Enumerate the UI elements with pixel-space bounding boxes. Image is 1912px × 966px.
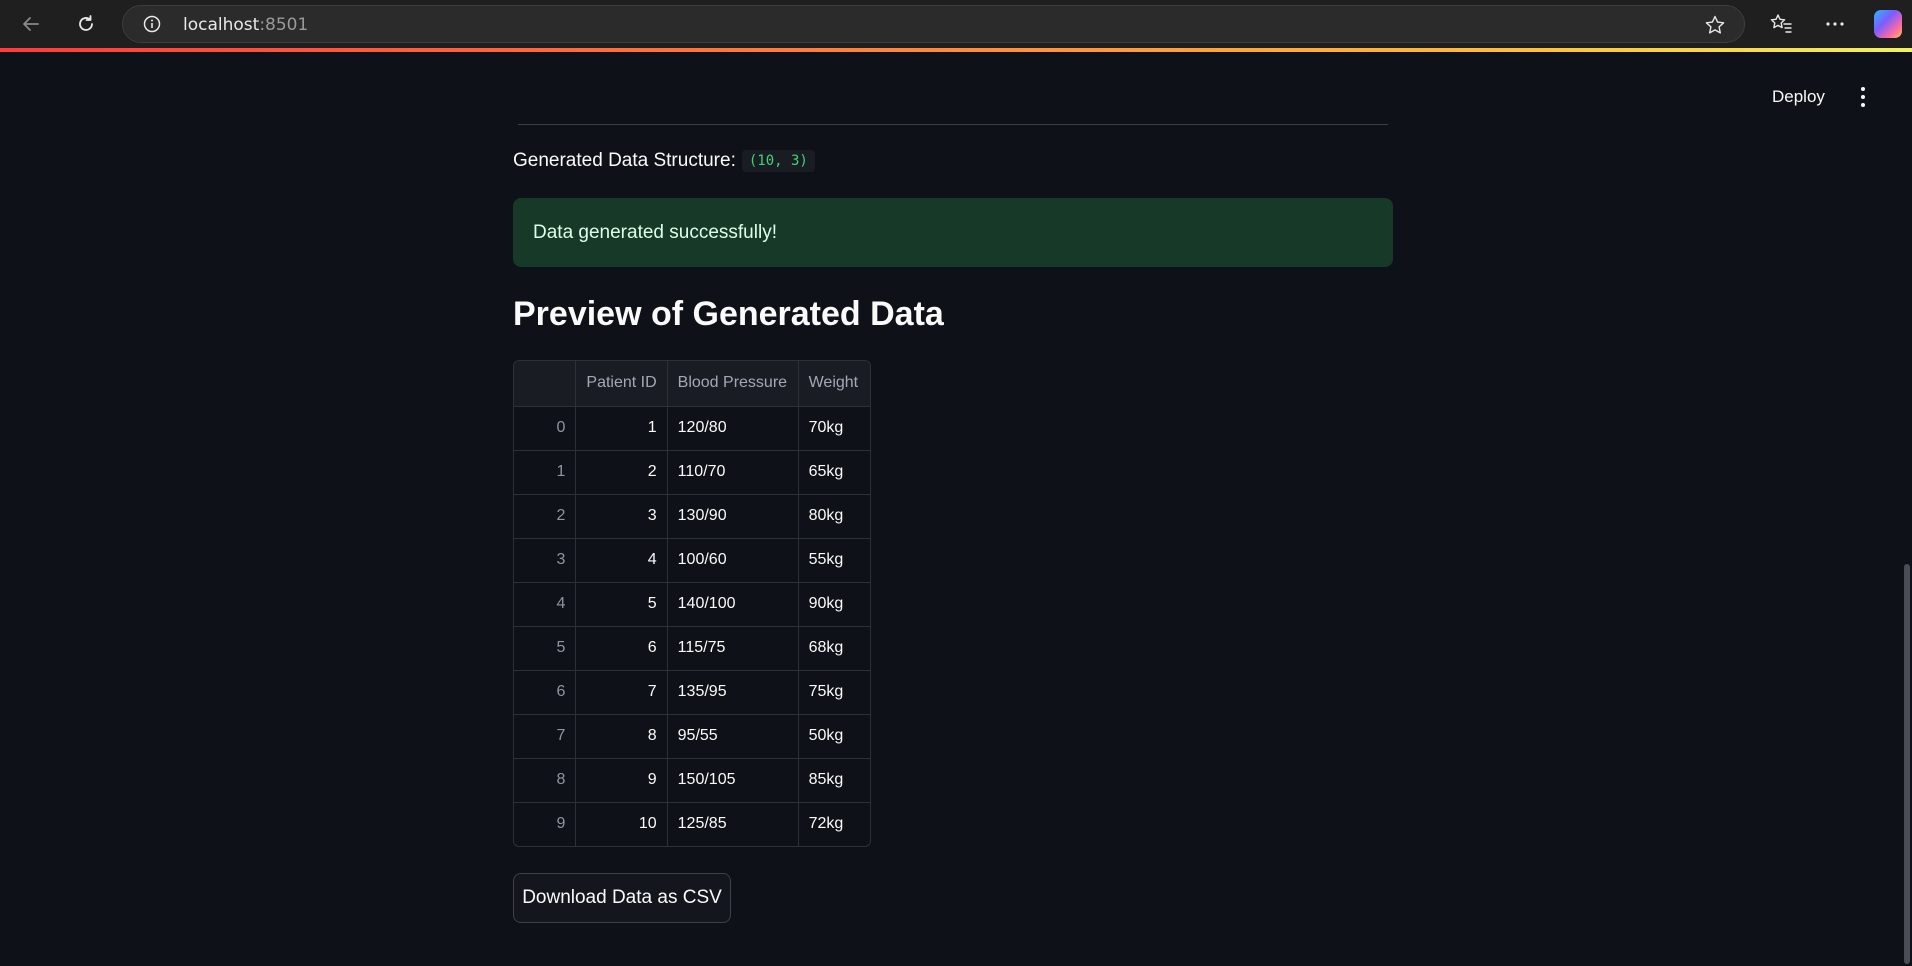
cell-weight[interactable]: 70kg — [798, 406, 870, 451]
download-csv-button[interactable]: Download Data as CSV — [513, 873, 731, 923]
cell-weight[interactable]: 85kg — [798, 758, 870, 803]
streamlit-app: Deploy Generated Data Structure: (10, 3)… — [0, 52, 1912, 966]
row-index: 1 — [514, 450, 577, 495]
page-title: Preview of Generated Data — [513, 295, 944, 333]
cell-blood-pressure[interactable]: 115/75 — [667, 626, 799, 671]
row-index: 5 — [514, 626, 577, 671]
table-row: 9 10 125/85 72kg — [514, 802, 870, 846]
table-row: 8 9 150/105 85kg — [514, 758, 870, 803]
table-row: 7 8 95/55 50kg — [514, 714, 870, 759]
cell-patient-id[interactable]: 8 — [575, 714, 668, 759]
cell-weight[interactable]: 55kg — [798, 538, 870, 583]
data-table[interactable]: Patient ID Blood Pressure Weight 0 1 120… — [513, 360, 871, 847]
copilot-icon[interactable] — [1874, 10, 1902, 38]
table-row: 2 3 130/90 80kg — [514, 494, 870, 539]
column-header-patient-id[interactable]: Patient ID — [575, 361, 668, 407]
scrollbar-thumb[interactable] — [1904, 564, 1910, 964]
cell-blood-pressure[interactable]: 120/80 — [667, 406, 799, 451]
cell-blood-pressure[interactable]: 150/105 — [667, 758, 799, 803]
row-index: 2 — [514, 494, 577, 539]
cell-weight[interactable]: 90kg — [798, 582, 870, 627]
row-index: 0 — [514, 406, 577, 451]
table-row: 0 1 120/80 70kg — [514, 406, 870, 451]
structure-label: Generated Data Structure: — [513, 150, 736, 171]
data-structure-line: Generated Data Structure: (10, 3) — [513, 150, 815, 172]
cell-weight[interactable]: 75kg — [798, 670, 870, 715]
table-row: 3 4 100/60 55kg — [514, 538, 870, 583]
favorites-icon[interactable] — [1769, 12, 1793, 36]
cell-blood-pressure[interactable]: 100/60 — [667, 538, 799, 583]
row-index: 9 — [514, 802, 577, 846]
cell-blood-pressure[interactable]: 95/55 — [667, 714, 799, 759]
url-text[interactable]: localhost:8501 — [183, 15, 308, 35]
cell-weight[interactable]: 65kg — [798, 450, 870, 495]
table-row: 4 5 140/100 90kg — [514, 582, 870, 627]
back-icon — [23, 17, 39, 31]
cell-weight[interactable]: 68kg — [798, 626, 870, 671]
url-host: localhost — [183, 15, 260, 35]
cell-patient-id[interactable]: 2 — [575, 450, 668, 495]
back-button[interactable] — [15, 8, 47, 40]
cell-blood-pressure[interactable]: 140/100 — [667, 582, 799, 627]
success-alert: Data generated successfully! — [513, 198, 1393, 267]
row-index: 8 — [514, 758, 577, 803]
address-bar[interactable]: localhost:8501 — [122, 5, 1745, 43]
divider — [518, 124, 1388, 125]
column-header-weight[interactable]: Weight — [798, 361, 870, 407]
row-index: 6 — [514, 670, 577, 715]
refresh-button[interactable] — [70, 8, 102, 40]
cell-patient-id[interactable]: 9 — [575, 758, 668, 803]
cell-blood-pressure[interactable]: 125/85 — [667, 802, 799, 846]
cell-weight[interactable]: 72kg — [798, 802, 870, 846]
deploy-button[interactable]: Deploy — [1762, 78, 1835, 116]
cell-patient-id[interactable]: 1 — [575, 406, 668, 451]
cell-patient-id[interactable]: 6 — [575, 626, 668, 671]
table-row: 6 7 135/95 75kg — [514, 670, 870, 715]
cell-blood-pressure[interactable]: 110/70 — [667, 450, 799, 495]
star-icon[interactable] — [1704, 14, 1726, 36]
cell-blood-pressure[interactable]: 135/95 — [667, 670, 799, 715]
table-row: 1 2 110/70 65kg — [514, 450, 870, 495]
table-header-row: Patient ID Blood Pressure Weight — [514, 361, 870, 407]
url-port: :8501 — [259, 15, 309, 35]
kebab-dot — [1861, 103, 1865, 107]
kebab-dot — [1861, 95, 1865, 99]
cell-patient-id[interactable]: 7 — [575, 670, 668, 715]
structure-value: (10, 3) — [741, 150, 815, 172]
cell-patient-id[interactable]: 5 — [575, 582, 668, 627]
table-row: 5 6 115/75 68kg — [514, 626, 870, 671]
row-index: 3 — [514, 538, 577, 583]
row-index: 4 — [514, 582, 577, 627]
cell-patient-id[interactable]: 10 — [575, 802, 668, 846]
info-icon[interactable] — [143, 15, 161, 33]
cell-patient-id[interactable]: 3 — [575, 494, 668, 539]
more-icon[interactable] — [1823, 12, 1847, 36]
column-header-blood-pressure[interactable]: Blood Pressure — [667, 361, 799, 407]
cell-patient-id[interactable]: 4 — [575, 538, 668, 583]
refresh-icon — [79, 15, 93, 31]
cell-weight[interactable]: 80kg — [798, 494, 870, 539]
kebab-dot — [1861, 87, 1865, 91]
row-index: 7 — [514, 714, 577, 759]
cell-blood-pressure[interactable]: 130/90 — [667, 494, 799, 539]
index-header — [514, 361, 577, 407]
browser-toolbar: localhost:8501 — [0, 0, 1912, 48]
main-menu-button[interactable] — [1853, 80, 1873, 114]
cell-weight[interactable]: 50kg — [798, 714, 870, 759]
success-message: Data generated successfully! — [533, 221, 777, 243]
